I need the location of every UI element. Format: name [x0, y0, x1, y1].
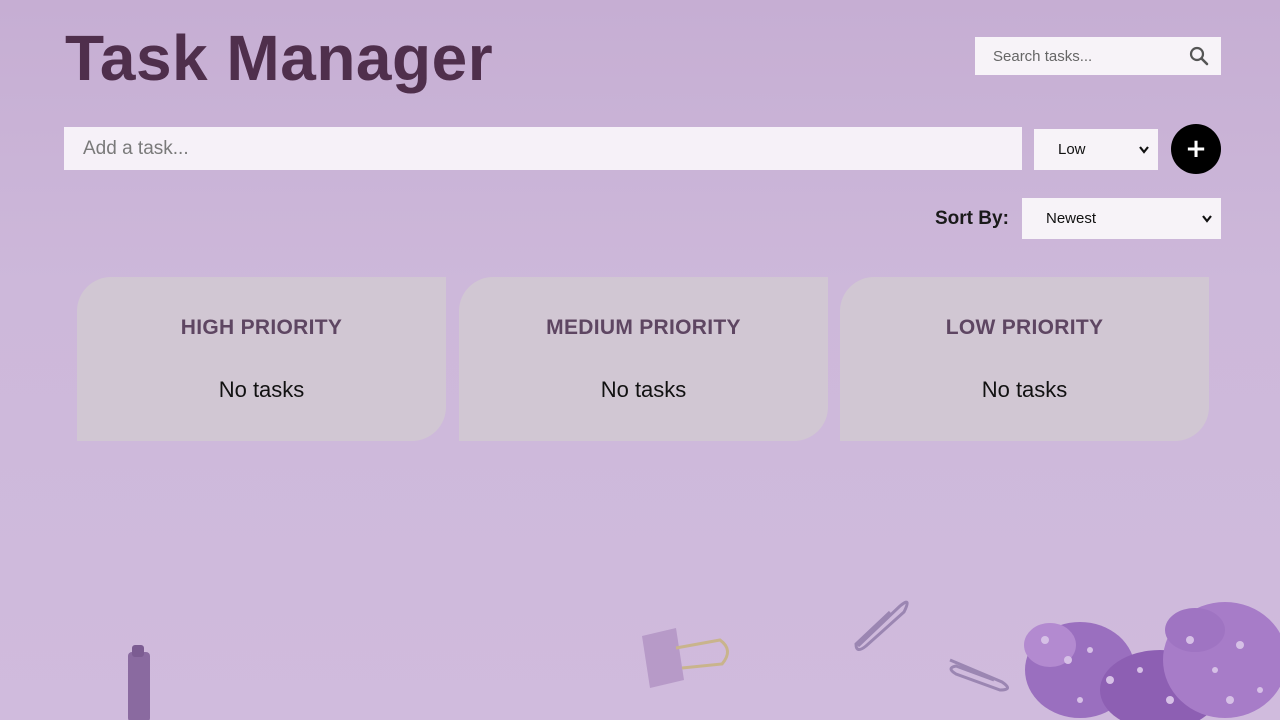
sort-select-value: Newest — [1046, 210, 1097, 227]
column-title: MEDIUM PRIORITY — [546, 316, 741, 339]
medium-priority-column: MEDIUM PRIORITY No tasks — [459, 277, 828, 441]
lilac-flowers-illustration — [1024, 602, 1280, 720]
column-title: LOW PRIORITY — [945, 316, 1104, 339]
chevron-down-icon — [1139, 145, 1149, 154]
column-title: HIGH PRIORITY — [180, 316, 343, 339]
low-priority-column: LOW PRIORITY No tasks — [840, 277, 1209, 441]
binder-clip-illustration — [642, 628, 729, 688]
empty-state-text: No tasks — [600, 377, 687, 402]
search-input[interactable] — [975, 37, 1185, 75]
sort-label: Sort By: — [935, 208, 1009, 229]
priority-select[interactable]: Low — [1034, 129, 1158, 170]
chevron-down-icon — [1202, 214, 1212, 223]
add-task-input[interactable] — [64, 127, 1022, 170]
page-title: Task Manager — [65, 22, 494, 94]
pen-illustration — [128, 645, 150, 720]
empty-state-text: No tasks — [218, 377, 305, 402]
add-task-button[interactable]: + — [1171, 124, 1221, 174]
sort-select[interactable]: Newest — [1022, 198, 1221, 239]
search-box[interactable] — [975, 37, 1221, 75]
high-priority-column: HIGH PRIORITY No tasks — [77, 277, 446, 441]
paperclip-illustration — [854, 600, 1009, 692]
empty-state-text: No tasks — [981, 377, 1068, 402]
search-icon[interactable] — [1189, 46, 1209, 66]
priority-select-value: Low — [1058, 141, 1086, 158]
